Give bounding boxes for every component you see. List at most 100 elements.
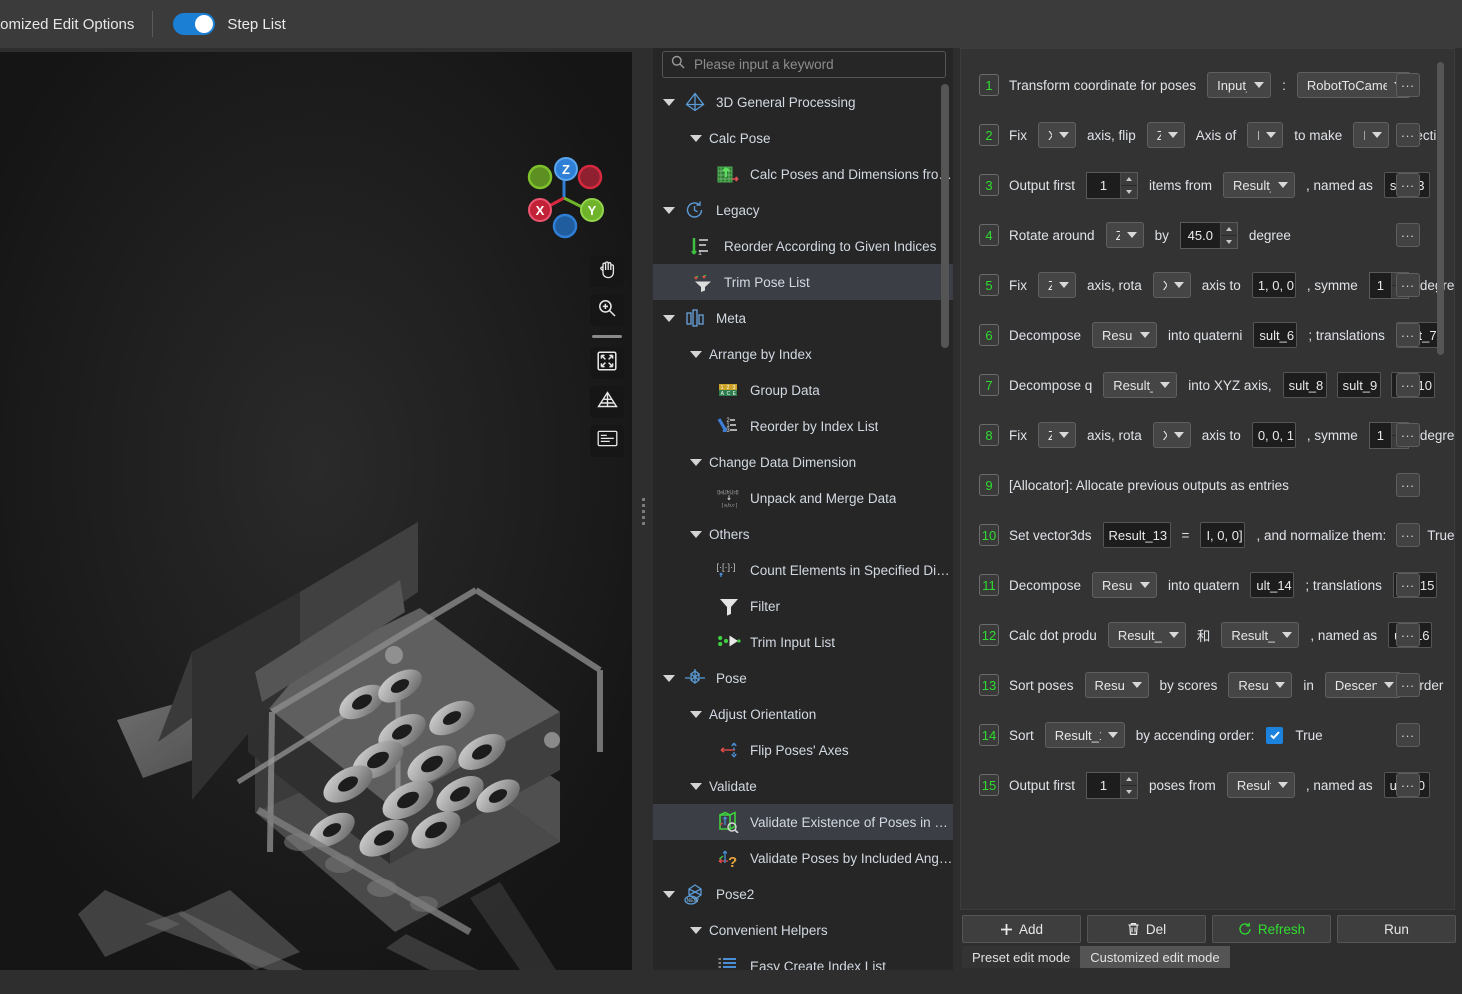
step-row[interactable]: 11 Decompose Result_ into quatern ult_14 ; tr… <box>961 560 1454 610</box>
stepper-up-button[interactable] <box>1121 772 1138 786</box>
tree-item-calc-poses-and-dimensions-from[interactable]: Calc Poses and Dimensions from ... <box>653 156 953 192</box>
add-button[interactable]: Add <box>962 915 1081 943</box>
info-panel-tool-button[interactable] <box>590 425 624 457</box>
panel-splitter[interactable] <box>633 52 653 970</box>
gizmo-axis-z[interactable]: Z <box>554 157 578 181</box>
chevron-down-icon[interactable] <box>690 710 702 718</box>
step-dropdown[interactable]: Result_ <box>1092 322 1158 348</box>
step-dropdown[interactable]: Re <box>1247 122 1284 148</box>
step-more-options-button[interactable]: ... <box>1396 123 1420 147</box>
step-more-options-button[interactable]: ... <box>1396 573 1420 597</box>
stepper-up-button[interactable] <box>1220 222 1237 236</box>
step-dropdown[interactable]: Result_1 <box>1226 772 1295 798</box>
tree-item-change-data-dimension[interactable]: Change Data Dimension <box>653 444 953 480</box>
refresh-button[interactable]: Refresh <box>1212 915 1331 943</box>
stepper-down-button[interactable] <box>1220 235 1237 248</box>
chevron-down-icon[interactable] <box>663 206 675 214</box>
tree-item-validate[interactable]: Validate <box>653 768 953 804</box>
tree-item-adjust-orientation[interactable]: Adjust Orientation <box>653 696 953 732</box>
zoom-tool-button[interactable] <box>590 294 624 326</box>
stepper-value[interactable]: 1 <box>1087 773 1120 798</box>
chevron-down-icon[interactable] <box>663 314 675 322</box>
step-dropdown[interactable]: Result_2 <box>1223 172 1296 198</box>
pan-tool-button[interactable] <box>590 255 624 287</box>
step-more-options-button[interactable]: ... <box>1396 473 1420 497</box>
tree-item-convenient-helpers[interactable]: Convenient Helpers <box>653 912 953 948</box>
stepper-value[interactable]: 45.0 <box>1181 223 1220 248</box>
chevron-down-icon[interactable] <box>663 890 675 898</box>
chevron-down-icon[interactable] <box>690 926 702 934</box>
stepper-down-button[interactable] <box>1121 785 1138 798</box>
step-more-options-button[interactable]: ... <box>1396 723 1420 747</box>
step-dropdown[interactable]: X <box>1038 122 1076 148</box>
step-row[interactable]: 12 Calc dot produ Result_15 和 Result_13 , nam… <box>961 610 1454 660</box>
step-row[interactable]: 10 Set vector3ds Result_13 = I, 0, 0] , and n… <box>961 510 1454 560</box>
step-more-options-button[interactable]: ... <box>1396 623 1420 647</box>
step-text-input[interactable]: I, 0, 0] <box>1200 522 1246 548</box>
stepper-up-button[interactable] <box>1121 172 1138 186</box>
tree-item-pose2[interactable]: NEW Pose2 <box>653 876 953 912</box>
step-row[interactable]: 6 Decompose Result_ into quaterni sult_6 ; tr… <box>961 310 1454 360</box>
step-list-toggle[interactable] <box>173 13 216 35</box>
fit-view-tool-button[interactable] <box>590 347 624 379</box>
step-dropdown[interactable]: RobotToCamera <box>1296 72 1411 98</box>
gizmo-axis-y[interactable]: Y <box>580 198 604 222</box>
step-dropdown[interactable]: Z <box>1105 222 1144 248</box>
chevron-down-icon[interactable] <box>663 674 675 682</box>
step-more-options-button[interactable]: ... <box>1396 173 1420 197</box>
tree-item-flip-poses-axes[interactable]: Flip Poses' Axes <box>653 732 953 768</box>
step-dropdown[interactable]: X <box>1152 422 1191 448</box>
step-number-stepper[interactable]: 45.0 <box>1179 221 1238 249</box>
tab-preset-edit-mode[interactable]: Preset edit mode <box>962 946 1081 968</box>
step-row[interactable]: 7 Decompose q Result_6 into XYZ axis, sult_8… <box>961 360 1454 410</box>
step-number-stepper[interactable]: 1 <box>1086 771 1139 799</box>
step-more-options-button[interactable]: ... <box>1396 273 1420 297</box>
step-row[interactable]: 3 Output first 1 items from Result_2 , named … <box>961 160 1454 210</box>
step-text-input[interactable]: 0, 0, 1 <box>1251 422 1296 448</box>
tree-item-meta[interactable]: Meta <box>653 300 953 336</box>
tree-item-reorder-by-index-list[interactable]: 2 1 3 Reorder by Index List <box>653 408 953 444</box>
tab-customized-edit-mode[interactable]: Customized edit mode <box>1080 946 1230 968</box>
step-dropdown[interactable]: X <box>1152 272 1191 298</box>
step-dropdown[interactable]: Result_6 <box>1103 372 1178 398</box>
step-more-options-button[interactable]: ... <box>1396 423 1420 447</box>
step-row[interactable]: 13 Sort poses Result_1 by scores Result_1 in D… <box>961 660 1454 710</box>
step-tree[interactable]: 3D General Processing Calc Pose Calc Poses… <box>653 84 953 976</box>
tree-item-legacy[interactable]: Legacy <box>653 192 953 228</box>
step-row[interactable]: 4 Rotate around Zby 45.0 degree... <box>961 210 1454 260</box>
step-dropdown[interactable]: Z <box>1038 422 1076 448</box>
gizmo-axis-x[interactable]: X <box>528 198 552 222</box>
tree-item-reorder-according-to-given-indices[interactable]: 1 Reorder According to Given Indices <box>653 228 953 264</box>
tree-item-validate-existence-of-poses-in-3d[interactable]: Validate Existence of Poses in 3D ... <box>653 804 953 840</box>
step-dropdown[interactable]: Po <box>1353 122 1390 148</box>
step-more-options-button[interactable]: ... <box>1396 73 1420 97</box>
tree-item-arrange-by-index[interactable]: Arrange by Index <box>653 336 953 372</box>
step-row[interactable]: 15 Output first 1 poses from Result_1 , named… <box>961 760 1454 810</box>
del-button[interactable]: Del <box>1087 915 1206 943</box>
tree-item-trim-input-list[interactable]: Trim Input List <box>653 624 953 660</box>
point-cloud-viewport[interactable]: Z X Y <box>0 52 632 970</box>
axis-gizmo[interactable]: Z X Y <box>512 148 616 246</box>
step-dropdown[interactable]: Result_13 <box>1221 622 1300 648</box>
step-more-options-button[interactable]: ... <box>1396 523 1420 547</box>
run-button[interactable]: Run <box>1337 915 1456 943</box>
step-dropdown[interactable]: Input_1 <box>1207 72 1272 98</box>
step-more-options-button[interactable]: ... <box>1396 373 1420 397</box>
step-row[interactable]: 8 Fix Zaxis, rota Xaxis to 0, 0, 1 , symme 1 de… <box>961 410 1454 460</box>
step-row[interactable]: 2FixXaxis, flipZAxis ofReto makePodirect… <box>961 110 1454 160</box>
step-dropdown[interactable]: Z <box>1146 122 1185 148</box>
step-dropdown[interactable]: Result_ <box>1092 572 1158 598</box>
step-checkbox[interactable] <box>1266 726 1284 744</box>
chevron-down-icon[interactable] <box>690 350 702 358</box>
step-dropdown[interactable]: Descen <box>1324 672 1401 698</box>
tree-item-unpack-and-merge-data[interactable]: [[a],[b],[c]] [ a,b,c ] Unpack and Merge D… <box>653 480 953 516</box>
tree-item-others[interactable]: Others <box>653 516 953 552</box>
step-dropdown[interactable]: Result_15 <box>1107 622 1186 648</box>
chevron-down-icon[interactable] <box>690 530 702 538</box>
chevron-down-icon[interactable] <box>690 782 702 790</box>
chevron-down-icon[interactable] <box>690 458 702 466</box>
stepper-value[interactable]: 1 <box>1370 423 1391 448</box>
stepper-value[interactable]: 1 <box>1087 173 1120 198</box>
stepper-down-button[interactable] <box>1121 185 1138 198</box>
tree-item-3d-general-processing[interactable]: 3D General Processing <box>653 84 953 120</box>
